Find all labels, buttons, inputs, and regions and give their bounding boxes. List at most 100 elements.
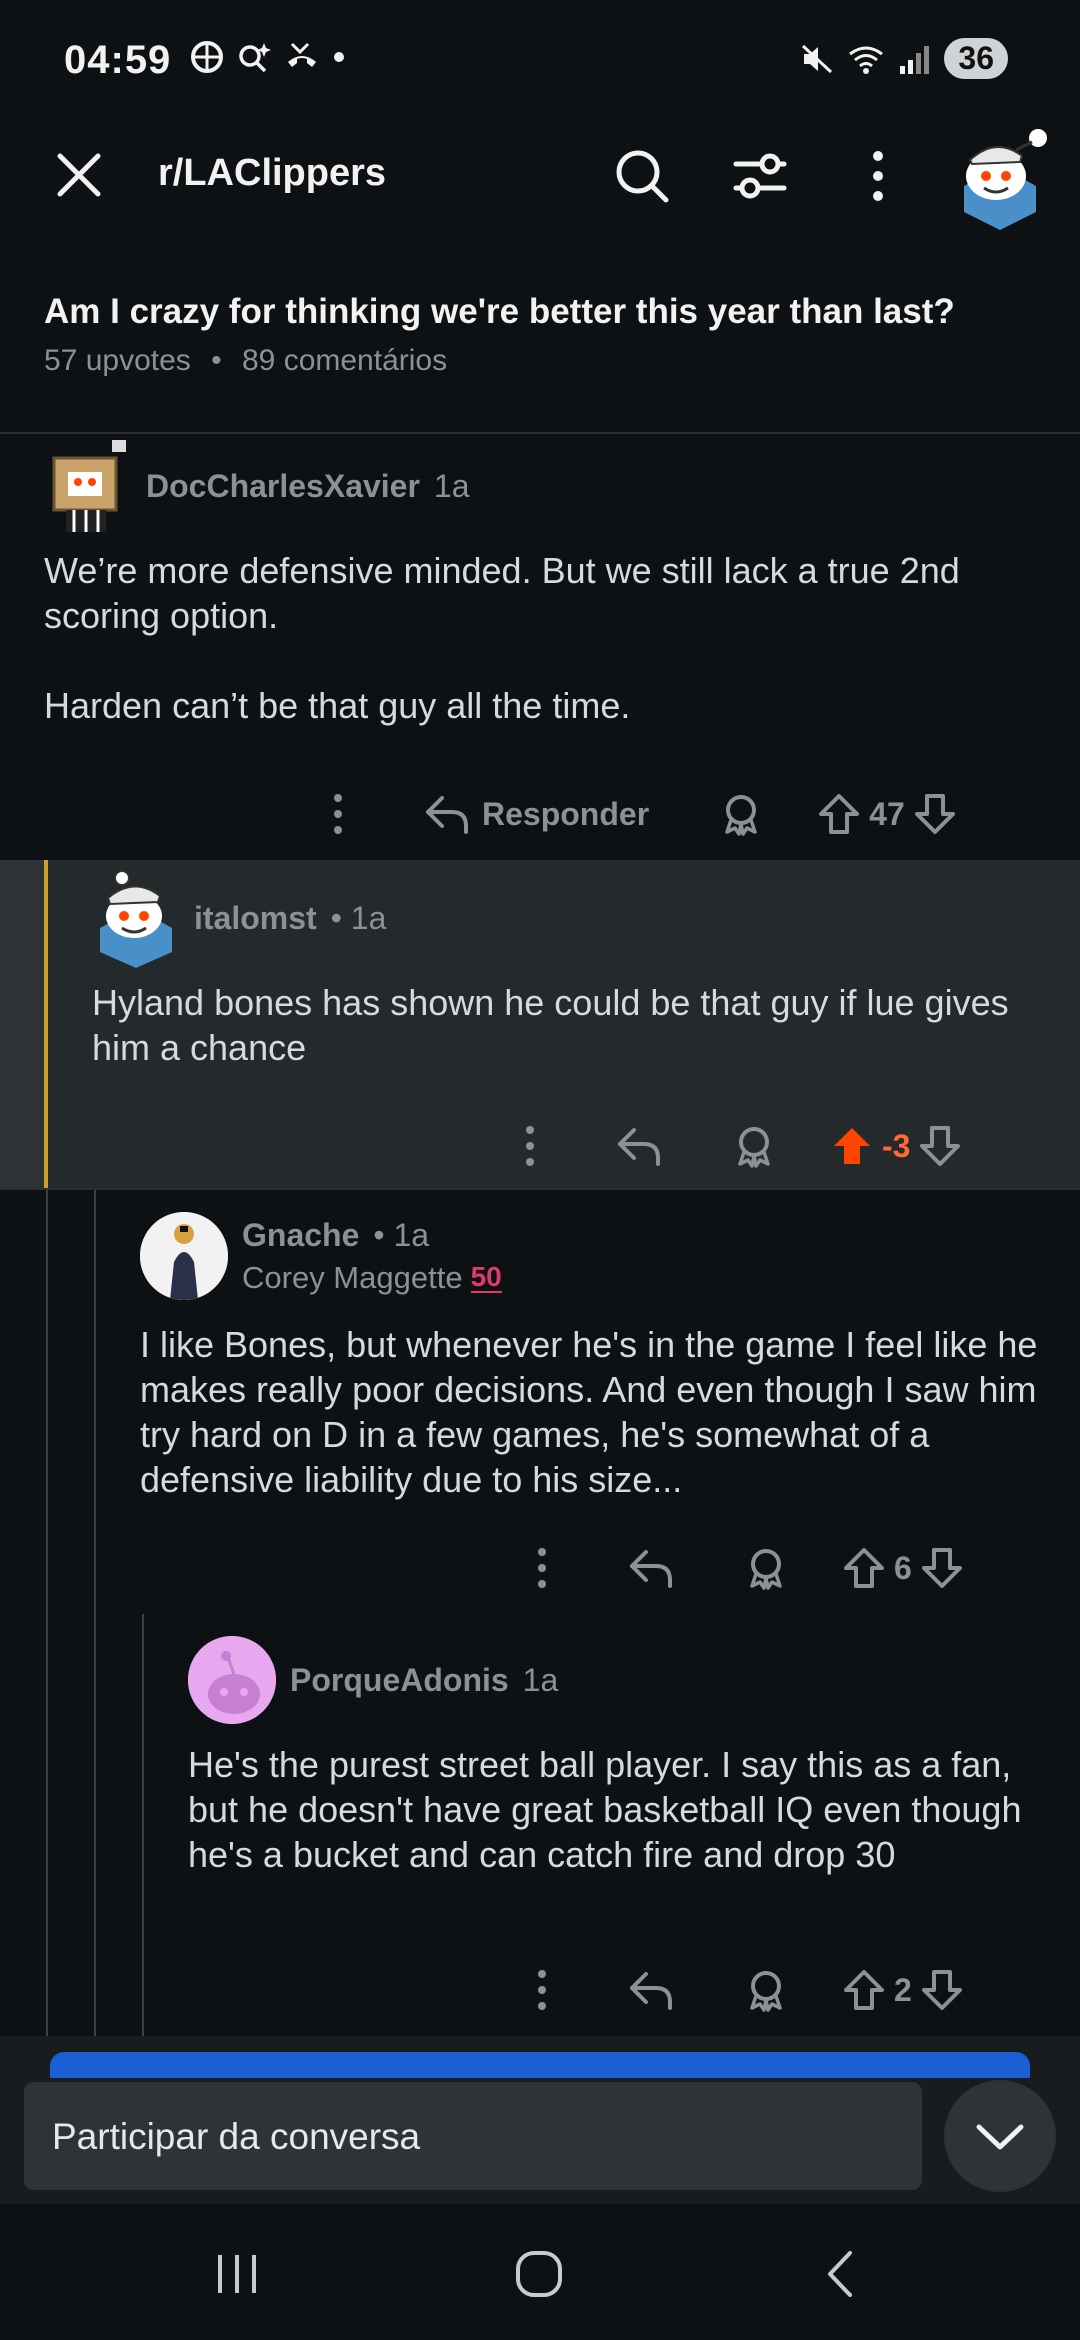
user-avatar[interactable] (92, 868, 180, 968)
thread-line (94, 1190, 96, 2036)
comment-username[interactable]: Gnache (242, 1217, 359, 1254)
meta-separator: • (211, 344, 222, 377)
post-title[interactable]: Am I crazy for thinking we're better thi… (44, 290, 1044, 334)
home-icon (516, 2251, 562, 2297)
snoo-avatar-icon (188, 1636, 276, 1724)
join-conversation-input[interactable]: Participar da conversa (24, 2082, 922, 2190)
award-button[interactable] (732, 1124, 776, 1168)
user-avatar[interactable] (188, 1636, 276, 1724)
award-button[interactable] (719, 792, 763, 836)
user-avatar[interactable] (140, 1212, 228, 1300)
collapse-thread-button[interactable] (944, 2080, 1056, 2192)
upvote-arrow-icon (819, 794, 860, 834)
upvote-button[interactable] (817, 792, 861, 836)
upvote-button[interactable] (842, 1546, 886, 1590)
back-button[interactable] (806, 2244, 876, 2304)
divider (0, 1188, 1080, 1190)
comment-gnache: Gnache • 1a Corey Maggette 50 I like Bon… (140, 1212, 1050, 1502)
reply-icon (630, 1550, 672, 1588)
comment-actions: Responder 47 (318, 784, 957, 844)
battery-indicator: 36 (944, 38, 1008, 79)
reply-button[interactable] (628, 1548, 674, 1588)
comment-username[interactable]: italomst (194, 900, 317, 937)
close-button[interactable] (50, 146, 108, 204)
kebab-menu-icon (538, 1970, 546, 2010)
award-button[interactable] (744, 1968, 788, 2012)
comment-italomst: italomst • 1a Hyland bones has shown he … (92, 868, 1052, 1070)
highlight-bar (44, 860, 48, 1188)
comment-actions: 6 (522, 1538, 964, 1598)
kebab-menu-icon (873, 151, 883, 201)
mute-icon (802, 44, 833, 73)
award-button[interactable] (744, 1546, 788, 1590)
award-icon (750, 1549, 782, 1590)
comment-actions: -3 (510, 1116, 962, 1176)
comment-count: 89 comentários (241, 344, 448, 377)
downvote-arrow-icon (921, 1548, 962, 1588)
downvote-arrow-icon (920, 1126, 961, 1166)
wifi-icon (849, 46, 884, 74)
status-time: 04:59 (64, 38, 172, 82)
input-placeholder: Participar da conversa (52, 2116, 421, 2157)
thread-line (46, 1190, 48, 2036)
comment-age: • 1a (373, 1216, 430, 1253)
search-button[interactable] (612, 146, 672, 206)
downvote-arrow-icon (914, 794, 955, 834)
thread-gutter (0, 860, 44, 1188)
kebab-menu-icon (334, 794, 342, 834)
status-bar: 04:59 36 (0, 0, 1080, 120)
comment-more-button[interactable] (510, 1124, 550, 1168)
comment-porqueadonis: PorqueAdonis 1a He's the purest street b… (188, 1636, 1048, 1877)
downvote-button[interactable] (920, 1968, 964, 2012)
reply-icon (618, 1128, 660, 1166)
dot-icon (334, 52, 344, 62)
subreddit-name[interactable]: r/LAClippers (158, 152, 386, 195)
basketball-icon (191, 41, 223, 73)
comment-username[interactable]: PorqueAdonis (290, 1662, 509, 1699)
downvote-arrow-icon (921, 1970, 962, 2010)
upvote-arrow-icon (844, 1548, 884, 1588)
reply-icon (426, 796, 468, 834)
award-icon (750, 1971, 782, 2012)
sparkle-search-icon (239, 43, 271, 73)
app-bar: r/LAClippers (0, 120, 1080, 230)
reply-button[interactable]: Responder (424, 794, 649, 834)
flair-text: Corey Maggette (242, 1259, 463, 1295)
user-avatar[interactable] (44, 436, 132, 536)
recent-apps-button[interactable] (202, 2244, 272, 2304)
composer-accent (50, 2052, 1030, 2078)
downvote-button[interactable] (913, 792, 957, 836)
comment-body: Hyland bones has shown he could be that … (92, 982, 1009, 1068)
sort-filter-button[interactable] (730, 146, 790, 206)
snoo-avatar-icon (964, 129, 1047, 230)
comment-score: 47 (869, 795, 905, 832)
comment-username[interactable]: DocCharlesXavier (146, 468, 420, 505)
downvote-button[interactable] (918, 1124, 962, 1168)
comment-age: 1a (433, 467, 470, 504)
reply-button[interactable] (628, 1970, 674, 2010)
reply-label: Responder (482, 795, 650, 832)
downvote-button[interactable] (920, 1546, 964, 1590)
comment-more-button[interactable] (318, 792, 358, 836)
comment-score: -3 (882, 1127, 911, 1164)
status-icons-right: 36 (800, 38, 1008, 79)
upvote-button[interactable] (842, 1968, 886, 2012)
sliders-icon (733, 153, 787, 199)
reply-button[interactable] (616, 1126, 662, 1166)
chevron-down-icon (976, 2124, 1024, 2150)
more-options-button[interactable] (858, 146, 898, 206)
thread-line (142, 1614, 144, 2036)
profile-photo-icon (140, 1212, 228, 1300)
system-nav-bar (0, 2204, 1080, 2340)
user-avatar-button[interactable] (950, 126, 1050, 232)
comment-body: I like Bones, but whenever he's in the g… (140, 1324, 1038, 1500)
comment-more-button[interactable] (522, 1968, 562, 2012)
signal-icon (900, 45, 930, 74)
upvote-button-active[interactable] (830, 1124, 874, 1168)
award-icon (738, 1127, 770, 1168)
post-header: Am I crazy for thinking we're better thi… (44, 290, 1044, 378)
comment-more-button[interactable] (522, 1546, 562, 1590)
user-flair: Corey Maggette 50 (242, 1260, 502, 1296)
home-button[interactable] (504, 2244, 574, 2304)
search-icon (616, 150, 669, 203)
